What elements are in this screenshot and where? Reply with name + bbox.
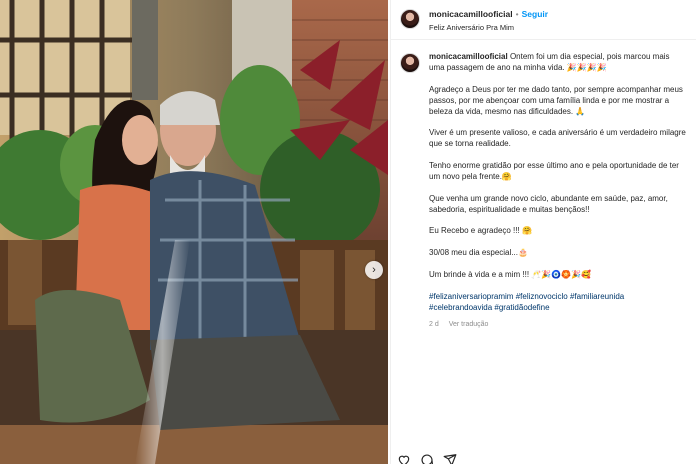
caption-paragraph: Tenho enorme gratidão por esse último an… bbox=[429, 161, 679, 181]
avatar[interactable] bbox=[400, 9, 420, 29]
caption-first-paragraph: monicacamillooficial Ontem foi um dia es… bbox=[429, 52, 687, 74]
separator-dot: • bbox=[515, 9, 519, 19]
caption-paragraph: Um brinde à vida e a mim !!! 🥂🎉🧿🏵️🎉🥰 bbox=[429, 270, 592, 280]
next-photo-button[interactable]: › bbox=[365, 261, 383, 279]
header-line: monicacamillooficial • Seguir bbox=[429, 9, 548, 20]
avatar[interactable] bbox=[400, 53, 420, 73]
hashtag-list: #felizaniversariopramim #feliznovociclo … bbox=[429, 292, 687, 314]
caption-paragraph: 30/08 meu dia especial...🎂 bbox=[429, 248, 528, 258]
hashtag-link[interactable]: #feliznovociclo bbox=[516, 292, 568, 301]
caption-block: monicacamillooficial Ontem foi um dia es… bbox=[391, 40, 696, 330]
hashtag-link[interactable]: #familiareunida bbox=[570, 292, 624, 301]
couple-photo bbox=[0, 0, 388, 464]
post-meta: 2 d Ver tradução bbox=[429, 320, 687, 331]
header-text: monicacamillooficial • Seguir Feliz Aniver… bbox=[429, 9, 548, 33]
action-bar bbox=[397, 453, 457, 464]
follow-button[interactable]: Seguir bbox=[522, 9, 548, 19]
post-sidebar: monicacamillooficial • Seguir Feliz Aniver… bbox=[390, 0, 696, 464]
chevron-right-icon: › bbox=[372, 264, 376, 276]
caption-username[interactable]: monicacamillooficial bbox=[429, 52, 508, 61]
caption-paragraph: Que venha um grande novo ciclo, abundant… bbox=[429, 193, 668, 214]
audio-label[interactable]: Feliz Aniversário Pra Mim bbox=[429, 22, 548, 33]
see-translation-link[interactable]: Ver tradução bbox=[449, 321, 489, 328]
caption-paragraph: Viver é um presente valioso, e cada aniv… bbox=[429, 128, 686, 149]
hashtag-link[interactable]: #celebrandoavida bbox=[429, 303, 492, 312]
hashtag-link[interactable]: #felizaniversariopramim bbox=[429, 292, 513, 301]
caption-paragraph: Eu Recebo e agradeço !!! 🤗 bbox=[429, 226, 532, 236]
comment-icon[interactable] bbox=[420, 453, 434, 464]
heart-icon[interactable] bbox=[397, 453, 411, 464]
post-photo: › bbox=[0, 0, 388, 464]
caption: monicacamillooficial Ontem foi um dia es… bbox=[429, 52, 687, 330]
username-link[interactable]: monicacamillooficial bbox=[429, 9, 513, 19]
share-icon[interactable] bbox=[443, 453, 457, 464]
post-header: monicacamillooficial • Seguir Feliz Aniver… bbox=[391, 0, 696, 40]
caption-paragraph: Agradeço a Deus por ter me dado tanto, p… bbox=[429, 84, 683, 116]
hashtag-link[interactable]: #gratidãodefine bbox=[494, 303, 549, 312]
post-time[interactable]: 2 d bbox=[429, 321, 439, 328]
